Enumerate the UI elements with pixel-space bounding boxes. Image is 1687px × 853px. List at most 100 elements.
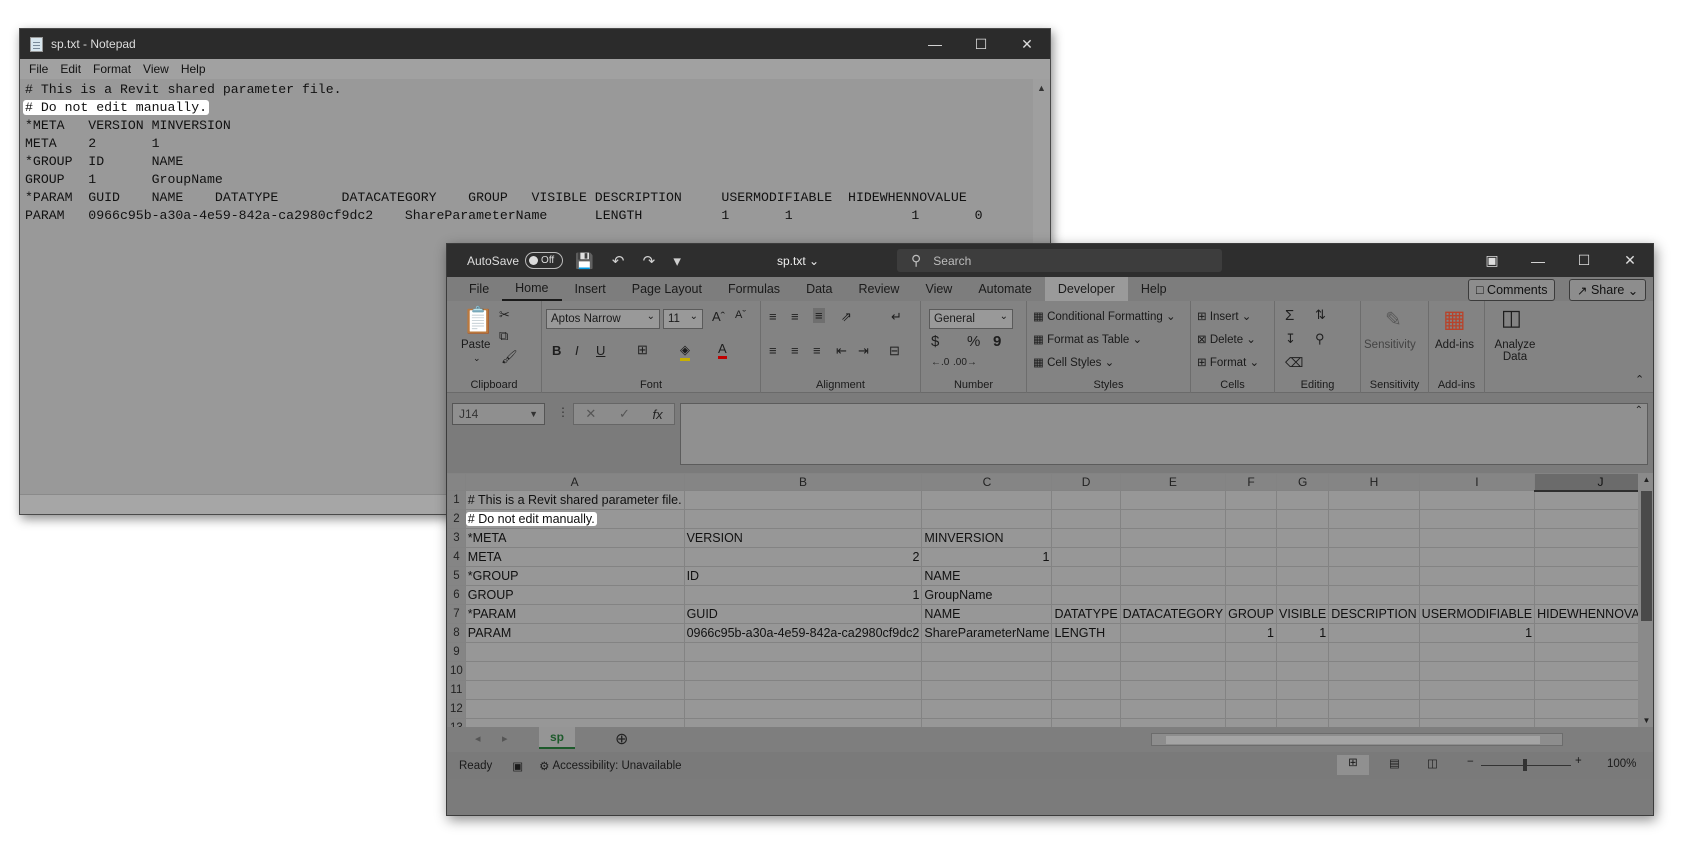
macro-record-icon[interactable]: ▣ [512, 759, 523, 773]
excel-titlebar[interactable]: AutoSave Off 💾 ↶ ↷ ▾ sp.txt ⌄ ⚲ Search ▣… [447, 244, 1653, 277]
cell-b8[interactable]: 0966c95b-a30a-4e59-842a-ca2980cf9dc2 [683, 623, 923, 643]
insert-function-icon[interactable]: fx [653, 407, 663, 422]
next-sheet-icon[interactable]: ▸ [502, 732, 508, 745]
autosum-icon[interactable]: Σ [1285, 307, 1294, 324]
cell-a6[interactable]: GROUP [464, 585, 685, 605]
cell-a10[interactable] [464, 661, 685, 681]
maximize-button[interactable]: ☐ [958, 29, 1004, 59]
row-header[interactable]: 10 [447, 661, 466, 681]
row-header[interactable]: 12 [447, 699, 466, 719]
cell-j8[interactable]: 0 [1534, 623, 1638, 643]
cell-h6[interactable] [1328, 585, 1420, 605]
accessibility-icon[interactable]: ⚙ [539, 759, 549, 773]
wrap-text-icon[interactable]: ↵ [891, 309, 902, 325]
italic-button[interactable]: I [575, 343, 579, 358]
cell-i10[interactable] [1418, 661, 1536, 681]
cell-g2[interactable] [1275, 509, 1330, 529]
search-box[interactable]: ⚲ Search [897, 249, 1222, 272]
column-header-d[interactable]: D [1051, 473, 1121, 491]
font-name-combo[interactable]: Aptos Narrow [546, 309, 660, 329]
row-header[interactable]: 2 [447, 509, 466, 529]
formula-input[interactable] [680, 403, 1648, 465]
cell-h2[interactable] [1328, 509, 1420, 529]
fill-icon[interactable]: ↧ [1285, 331, 1296, 347]
cell-g9[interactable] [1275, 642, 1330, 662]
cell-b10[interactable] [683, 661, 923, 681]
cell-f6[interactable] [1225, 585, 1277, 605]
sort-filter-icon[interactable]: ⇅ [1315, 307, 1326, 323]
zoom-in-icon[interactable]: + [1575, 755, 1582, 767]
menu-help[interactable]: Help [175, 62, 212, 76]
cell-c11[interactable] [921, 680, 1053, 700]
cell-c8[interactable]: ShareParameterName [921, 623, 1053, 643]
cell-i6[interactable] [1418, 585, 1536, 605]
worksheet-vertical-scrollbar[interactable]: ▲ ▼ [1638, 473, 1653, 727]
cell-g10[interactable] [1275, 661, 1330, 681]
font-color-icon[interactable]: A [718, 341, 727, 359]
fill-color-icon[interactable]: ◈ [680, 342, 690, 361]
close-button[interactable]: ✕ [1004, 29, 1050, 59]
menu-file[interactable]: File [23, 62, 54, 76]
cell-c3[interactable]: MINVERSION [921, 528, 1053, 548]
worksheet-grid[interactable]: ABCDEFGHIJK1# This is a Revit shared par… [447, 473, 1638, 727]
select-all-corner[interactable] [447, 473, 466, 491]
analyze-data-icon[interactable]: ◫ [1501, 305, 1522, 331]
cell-a2[interactable]: # Do not edit manually. [464, 509, 685, 529]
format-painter-icon[interactable]: 🖌 [501, 349, 518, 365]
cell-f3[interactable] [1225, 528, 1277, 548]
save-icon[interactable]: 💾 [575, 253, 594, 270]
cell-j10[interactable] [1534, 661, 1638, 681]
column-header-f[interactable]: F [1225, 473, 1277, 491]
cell-a9[interactable] [464, 642, 685, 662]
cell-d9[interactable] [1051, 642, 1121, 662]
cell-a12[interactable] [464, 699, 685, 719]
collapse-formula-bar-icon[interactable]: ⌃ [1635, 405, 1643, 416]
cell-b7[interactable]: GUID [683, 604, 923, 624]
paste-button[interactable]: Paste [461, 339, 490, 351]
page-break-view-icon[interactable]: ◫ [1427, 756, 1438, 770]
row-header[interactable]: 7 [447, 604, 466, 624]
cell-g12[interactable] [1275, 699, 1330, 719]
cell-d1[interactable] [1051, 490, 1121, 510]
cell-i4[interactable] [1418, 547, 1536, 567]
tab-automate[interactable]: Automate [965, 277, 1045, 301]
find-select-icon[interactable]: ⚲ [1315, 331, 1325, 347]
cell-e9[interactable] [1119, 642, 1227, 662]
column-header-h[interactable]: H [1328, 473, 1420, 491]
confirm-entry-icon[interactable]: ✓ [619, 406, 630, 422]
align-left-icon[interactable]: ≡ [769, 343, 777, 358]
cell-h8[interactable] [1328, 623, 1420, 643]
cell-j2[interactable] [1534, 509, 1638, 529]
tab-formulas[interactable]: Formulas [715, 277, 793, 301]
cell-e5[interactable] [1119, 566, 1227, 586]
normal-view-icon[interactable]: ⊞ [1337, 755, 1369, 775]
cell-e11[interactable] [1119, 680, 1227, 700]
cell-h10[interactable] [1328, 661, 1420, 681]
addins-icon[interactable]: ▦ [1443, 305, 1466, 334]
tab-page-layout[interactable]: Page Layout [619, 277, 715, 301]
file-name-dropdown[interactable]: sp.txt ⌄ [777, 244, 819, 277]
cell-g4[interactable] [1275, 547, 1330, 567]
tab-developer[interactable]: Developer [1044, 277, 1128, 301]
delete-cells-button[interactable]: ⊠ Delete ⌄ [1197, 332, 1256, 346]
row-header[interactable]: 5 [447, 566, 466, 586]
cell-d3[interactable] [1051, 528, 1121, 548]
zoom-level[interactable]: 100% [1607, 758, 1636, 770]
cell-e7[interactable]: DATACATEGORY [1119, 604, 1227, 624]
cell-a8[interactable]: PARAM [464, 623, 685, 643]
cell-f8[interactable]: 1 [1225, 623, 1277, 643]
cell-h9[interactable] [1328, 642, 1420, 662]
increase-decimal-icon[interactable]: ←.0 [931, 357, 949, 368]
cell-styles-button[interactable]: ▦ Cell Styles ⌄ [1033, 355, 1114, 369]
cell-i1[interactable] [1418, 490, 1536, 510]
increase-indent-icon[interactable]: ⇥ [858, 343, 869, 359]
analyze-data-button[interactable]: Analyze Data [1491, 339, 1539, 363]
cell-c4[interactable]: 1 [921, 547, 1053, 567]
cell-c1[interactable] [921, 490, 1053, 510]
cell-h11[interactable] [1328, 680, 1420, 700]
ribbon-display-options-icon[interactable]: ▣ [1469, 244, 1515, 277]
cell-e4[interactable] [1119, 547, 1227, 567]
cell-e8[interactable] [1119, 623, 1227, 643]
top-align-icon[interactable]: ≡ [769, 309, 777, 324]
sensitivity-icon[interactable]: ✎ [1385, 307, 1402, 332]
